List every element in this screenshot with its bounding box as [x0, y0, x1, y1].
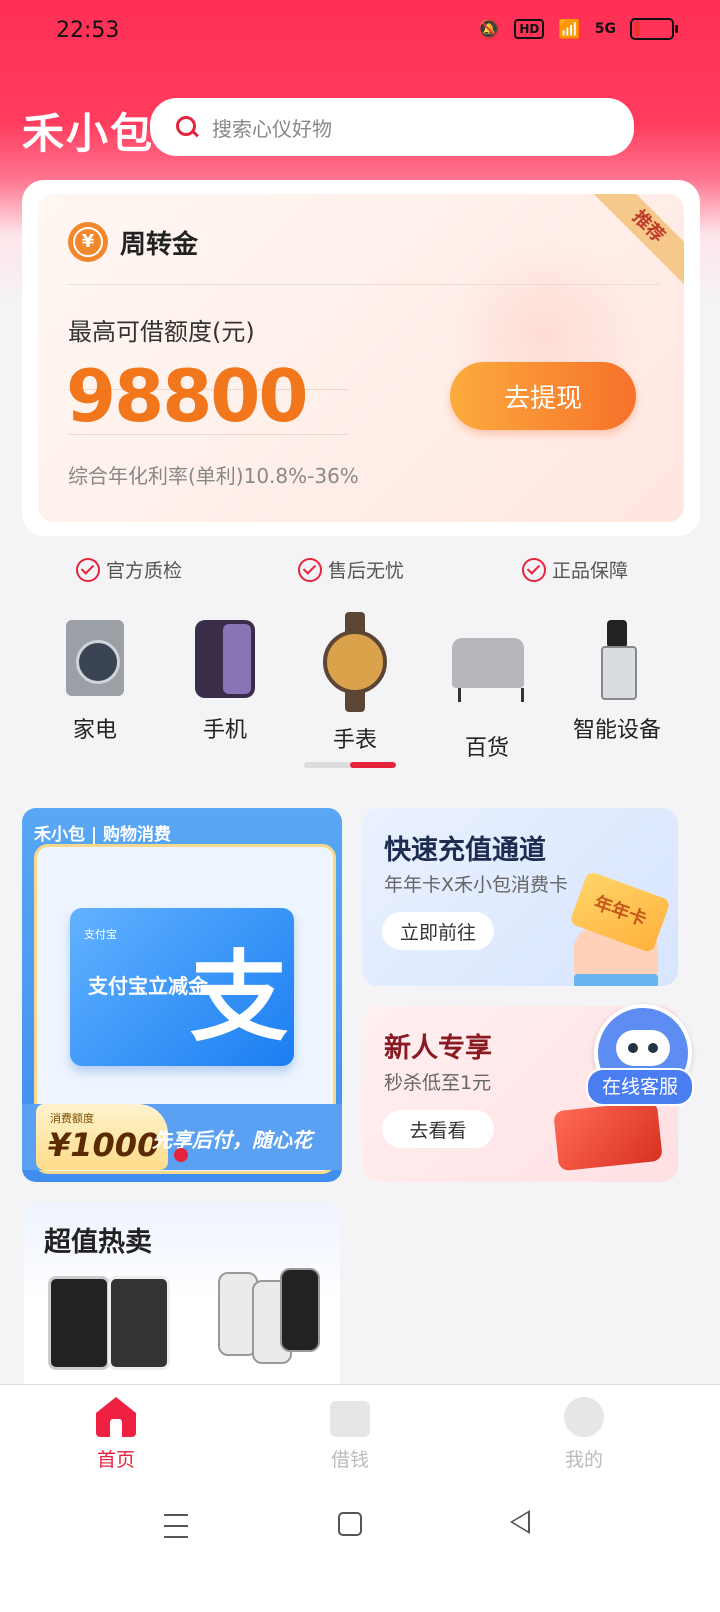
bottom-tab-bar: 首页 借钱 我的 [0, 1384, 720, 1481]
hd-icon: HD [514, 19, 545, 39]
quota-label: 消费额度 [50, 1112, 94, 1125]
check-circle-icon [522, 557, 546, 582]
system-navigation-bar [0, 1480, 720, 1612]
topup-promo-card[interactable]: 快速充值通道 年年卡X禾小包消费卡 立即前往 年年卡 [362, 808, 678, 986]
tab-borrow[interactable]: 借钱 [290, 1397, 410, 1472]
category-smart-device[interactable]: 智能设备 [562, 620, 672, 744]
rate-text: 综合年化利率(单利)10.8%-36% [68, 464, 359, 488]
battery-icon [630, 18, 678, 40]
loan-card[interactable]: 推荐 ¥ 周转金 最高可借额度(元) 98800 去提现 综合年化利率(单利)1… [22, 180, 700, 536]
card-title: 周转金 [120, 230, 199, 260]
coin-icon: ¥ [68, 222, 108, 262]
tab-mine[interactable]: 我的 [524, 1397, 644, 1472]
wallet-icon [553, 1100, 663, 1172]
divider [68, 284, 660, 285]
search-icon [176, 116, 198, 138]
profile-icon [564, 1397, 604, 1437]
limit-label: 最高可借额度(元) [68, 318, 255, 346]
alipay-promo-banner[interactable]: 禾小包 | 购物消费 支付宝 支付宝立减金 支 消费额度 ¥1000 先享后付，… [22, 808, 342, 1182]
guarantee-item: 官方质检 [76, 556, 182, 583]
mute-icon: 🔕 [477, 18, 501, 40]
back-icon[interactable] [510, 1510, 530, 1534]
search-input[interactable]: 搜索心仪好物 [212, 113, 332, 142]
wifi-icon: 📶 [558, 18, 581, 40]
bag-icon [330, 1401, 370, 1437]
search-bar[interactable]: 搜索心仪好物 [150, 98, 634, 156]
take-a-look-button[interactable]: 去看看 [382, 1110, 494, 1148]
recent-apps-icon[interactable] [164, 1514, 188, 1538]
check-circle-icon [298, 557, 322, 582]
hot-sale-section[interactable]: 超值热卖 [24, 1202, 340, 1402]
category-phone[interactable]: 手机 [170, 620, 280, 744]
newuser-subtitle: 秒杀低至1元 [384, 1072, 492, 1094]
phone-image [280, 1268, 320, 1352]
tab-home[interactable]: 首页 [56, 1397, 176, 1472]
withdraw-button[interactable]: 去提现 [450, 362, 636, 430]
armchair-icon [452, 638, 524, 702]
topup-title: 快速充值通道 [384, 835, 546, 866]
category-home-appliance[interactable]: 家电 [40, 620, 150, 744]
go-now-button[interactable]: 立即前往 [382, 912, 494, 950]
home-icon [96, 1397, 136, 1437]
smartphone-icon [195, 620, 255, 698]
watch-icon [323, 612, 387, 712]
washing-machine-icon [66, 620, 124, 696]
tablet-image [108, 1276, 170, 1370]
guarantee-item: 售后无忧 [298, 556, 404, 583]
promo-tab-label: 禾小包 | 购物消费 [34, 825, 172, 845]
topup-subtitle: 年年卡X禾小包消费卡 [384, 874, 569, 896]
status-bar: 22:53 🔕 HD 📶 5G [0, 0, 720, 64]
category-watch[interactable]: 手表 [300, 612, 410, 754]
home-button-icon[interactable] [338, 1512, 362, 1536]
category-general-goods[interactable]: 百货 [432, 620, 542, 762]
category-page-indicator [304, 762, 396, 768]
status-time: 22:53 [56, 18, 120, 43]
tablet-image [48, 1276, 110, 1370]
customer-service-button[interactable]: 在线客服 [586, 1068, 694, 1106]
newuser-title: 新人专享 [384, 1033, 492, 1064]
network-icon: 5G [594, 21, 616, 37]
vacuum-icon [597, 620, 637, 700]
app-logo: 禾小包 [22, 109, 155, 158]
alipay-card: 支付宝 支付宝立减金 支 [70, 908, 294, 1066]
quota-value: ¥1000 [48, 1126, 160, 1164]
hot-sale-title: 超值热卖 [44, 1227, 152, 1258]
carousel-dot [174, 1148, 188, 1162]
guarantee-item: 正品保障 [522, 556, 628, 583]
check-circle-icon [76, 557, 100, 582]
limit-amount: 98800 [66, 354, 308, 438]
alipay-logo-icon: 支 [189, 941, 288, 1055]
